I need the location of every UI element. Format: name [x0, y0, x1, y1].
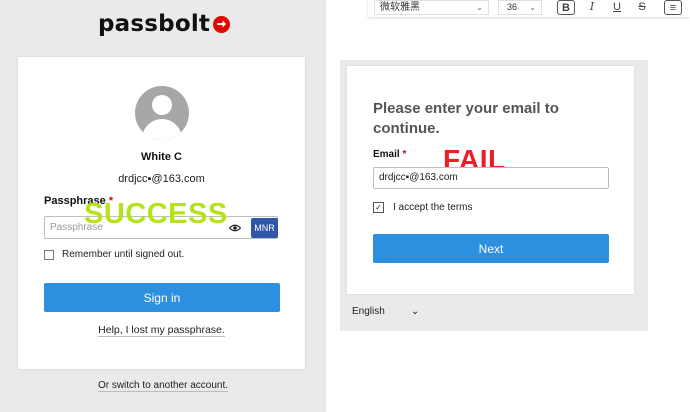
eye-icon[interactable]	[229, 222, 241, 234]
language-value: English	[352, 306, 385, 317]
required-mark: *	[402, 149, 407, 160]
user-name: White C	[141, 151, 182, 163]
font-family-value: 微软雅黑	[380, 2, 420, 13]
user-email: drdjcc▪@163.com	[118, 173, 205, 185]
logo-text: passbolt	[98, 11, 211, 37]
logo-arrow-icon	[213, 15, 231, 33]
terms-row[interactable]: ✓ I accept the terms	[373, 202, 472, 213]
strikethrough-button[interactable]: S	[633, 0, 651, 15]
chevron-down-icon: ⌄	[476, 3, 483, 12]
success-overlay-text: SUCCESS	[84, 198, 228, 230]
switch-account-link[interactable]: Or switch to another account.	[97, 380, 229, 392]
underline-button[interactable]: U	[608, 0, 626, 15]
email-page-title: Please enter your email to continue.	[373, 100, 559, 137]
editor-toolbar: 微软雅黑 ⌄ 36 ⌄ B I U S ≡	[368, 0, 690, 17]
terms-checkbox[interactable]: ✓	[373, 202, 384, 213]
avatar	[135, 86, 189, 140]
switch-account-link-wrap: Or switch to another account.	[0, 380, 326, 392]
passbolt-logo: passbolt	[98, 8, 231, 40]
signin-panel: passbolt White C drdjcc▪@163.com Passphr…	[0, 0, 326, 412]
remember-checkbox[interactable]	[44, 249, 54, 260]
avatar-head-icon	[152, 95, 172, 115]
signin-button[interactable]: Sign in	[44, 283, 280, 312]
font-family-select[interactable]: 微软雅黑 ⌄	[374, 0, 489, 15]
chevron-down-icon: ⌄	[410, 306, 420, 317]
avatar-body-icon	[142, 119, 182, 140]
remember-row[interactable]: Remember until signed out.	[44, 249, 184, 260]
next-button[interactable]: Next	[373, 234, 609, 263]
language-select[interactable]: English ⌄	[352, 306, 419, 317]
email-panel: Please enter your email to continue. Ema…	[340, 60, 648, 331]
font-size-value: 36	[507, 2, 518, 12]
mnr-badge[interactable]: MNR	[251, 218, 278, 238]
chevron-down-icon: ⌄	[529, 3, 536, 12]
email-label-text: Email	[373, 149, 400, 160]
align-left-button[interactable]: ≡	[664, 0, 682, 15]
email-field[interactable]: drdjcc▪@163.com	[373, 167, 609, 189]
email-card: Please enter your email to continue. Ema…	[347, 66, 634, 294]
terms-label: I accept the terms	[393, 202, 473, 213]
italic-button[interactable]: I	[583, 0, 601, 15]
bold-button[interactable]: B	[557, 0, 575, 15]
lost-passphrase-link[interactable]: Help, I lost my passphrase.	[98, 324, 225, 337]
remember-label: Remember until signed out.	[62, 249, 185, 260]
font-size-select[interactable]: 36 ⌄	[498, 0, 542, 15]
lost-passphrase-link-wrap: Help, I lost my passphrase.	[18, 324, 305, 337]
email-label: Email *	[373, 149, 406, 160]
